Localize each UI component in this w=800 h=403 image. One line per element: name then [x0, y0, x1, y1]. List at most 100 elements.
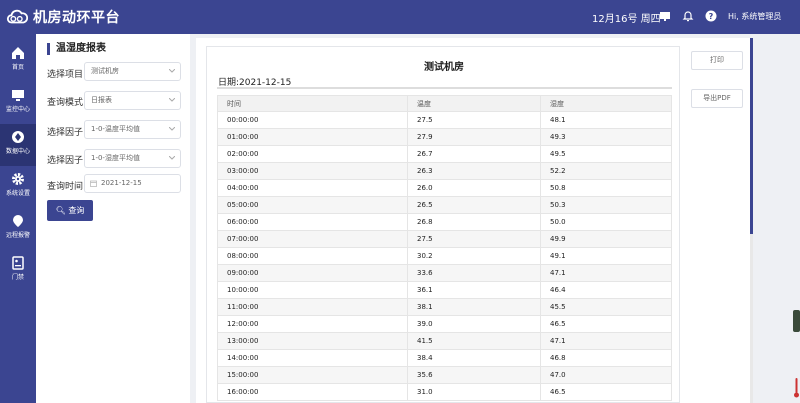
table-row: 12:00:00 39.0 46.5: [217, 315, 672, 333]
cloud-logo-icon: [6, 9, 28, 24]
table-cell: 15:00:00: [217, 366, 408, 384]
divider: [217, 87, 672, 89]
floating-widget[interactable]: [793, 310, 800, 332]
factor2-select[interactable]: 1-0-湿度平均值: [84, 149, 181, 168]
table-cell: 52.2: [540, 162, 672, 180]
user-greeting[interactable]: Hi, 系统管理员: [728, 11, 781, 22]
mode-label: 查询模式: [47, 98, 84, 108]
screen-icon[interactable]: [659, 10, 671, 22]
factor2-value: 1-0-湿度平均值: [91, 154, 140, 162]
sidebar-item-monitor[interactable]: 监控中心: [0, 82, 36, 124]
sidebar-item-label: 监控中心: [5, 106, 30, 113]
table-cell: 49.9: [540, 230, 672, 248]
table-cell: 13:00:00: [217, 332, 408, 350]
column-header: 湿度: [540, 95, 672, 112]
sidebar-item-settings[interactable]: 系统设置: [0, 166, 36, 208]
factor1-value: 1-0-温度平均值: [91, 125, 140, 133]
mode-select[interactable]: 日报表: [84, 91, 181, 110]
table-cell: 39.0: [407, 315, 541, 333]
top-bar: 机房动环平台 12月16号 周四 ? Hi, 系统管理员: [0, 0, 800, 34]
svg-text:?: ?: [709, 12, 714, 21]
table-cell: 50.8: [540, 179, 672, 197]
table-row: 09:00:00 33.6 47.1: [217, 264, 672, 282]
table-cell: 12:00:00: [217, 315, 408, 333]
table-row: 04:00:00 26.0 50.8: [217, 179, 672, 197]
chevron-down-icon: [169, 98, 175, 102]
table-row: 10:00:00 36.1 46.4: [217, 281, 672, 299]
factor2-label: 选择因子: [47, 156, 84, 166]
calendar-icon: [90, 180, 97, 187]
query-button[interactable]: 🔍︎ 查询: [47, 200, 93, 221]
chevron-down-icon: [169, 156, 175, 160]
table-cell: 35.6: [407, 366, 541, 384]
filter-panel: 温湿度报表 选择项目 测试机房 查询模式 日报表 选择因子 1-0-温度平均值 …: [36, 34, 190, 403]
sidebar-item-access[interactable]: 门禁: [0, 250, 36, 292]
report-sheet[interactable]: 测试机房 日期:2021-12-15 时间 温度 湿度 00:00:00 27.5…: [206, 46, 680, 403]
table-cell: 49.5: [540, 145, 672, 163]
thermometer-icon: [794, 378, 799, 398]
help-icon[interactable]: ?: [705, 10, 717, 22]
table-cell: 38.4: [407, 349, 541, 367]
table-cell: 27.9: [407, 128, 541, 146]
bell-icon[interactable]: [682, 10, 694, 22]
table-row: 15:00:00 35.6 47.0: [217, 366, 672, 384]
factor1-label: 选择因子: [47, 128, 84, 138]
sidebar-item-alarm[interactable]: 远程报警: [0, 208, 36, 250]
table-row: 11:00:00 38.1 45.5: [217, 298, 672, 316]
table-cell: 26.8: [407, 213, 541, 231]
date-value: 2021-12-15: [101, 179, 142, 187]
table-cell: 08:00:00: [217, 247, 408, 265]
print-button[interactable]: 打印: [691, 51, 743, 70]
export-pdf-button[interactable]: 导出PDF: [691, 89, 743, 108]
table-cell: 27.5: [407, 111, 541, 129]
column-header: 温度: [407, 95, 541, 112]
date-picker[interactable]: 2021-12-15: [84, 174, 181, 193]
table-cell: 06:00:00: [217, 213, 408, 231]
home-icon: [12, 47, 24, 59]
table-cell: 41.5: [407, 332, 541, 350]
table-row: 03:00:00 26.3 52.2: [217, 162, 672, 180]
sidebar-item-data-center[interactable]: 数据中心: [0, 124, 36, 166]
table-cell: 04:00:00: [217, 179, 408, 197]
app-title: 机房动环平台: [33, 10, 120, 26]
table-cell: 48.1: [540, 111, 672, 129]
table-cell: 10:00:00: [217, 281, 408, 299]
table-row: 14:00:00 38.4 46.8: [217, 349, 672, 367]
time-label: 查询时间: [47, 182, 84, 192]
table-cell: 01:00:00: [217, 128, 408, 146]
sidebar-item-label: 系统设置: [5, 190, 30, 197]
table-cell: 26.5: [407, 196, 541, 214]
sidebar-item-label: 数据中心: [5, 148, 30, 155]
scrollbar-thumb[interactable]: [750, 38, 753, 234]
table-row: 13:00:00 41.5 47.1: [217, 332, 672, 350]
table-cell: 50.0: [540, 213, 672, 231]
access-control-icon: [12, 256, 24, 270]
table-row: 01:00:00 27.9 49.3: [217, 128, 672, 146]
table-cell: 50.3: [540, 196, 672, 214]
table-row: 16:00:00 31.0 46.5: [217, 383, 672, 401]
query-button-label: 查询: [68, 206, 85, 215]
table-cell: 09:00:00: [217, 264, 408, 282]
sidebar: 首页 监控中心 数据中心 系统设置 远程报警 门禁: [0, 34, 36, 403]
table-cell: 27.5: [407, 230, 541, 248]
table-cell: 46.8: [540, 349, 672, 367]
sidebar-item-home[interactable]: 首页: [0, 40, 36, 82]
table-cell: 47.0: [540, 366, 672, 384]
table-cell: 26.7: [407, 145, 541, 163]
table-cell: 45.5: [540, 298, 672, 316]
table-cell: 07:00:00: [217, 230, 408, 248]
project-label: 选择项目: [47, 70, 84, 80]
column-header: 时间: [217, 95, 408, 112]
project-select[interactable]: 测试机房: [84, 62, 181, 81]
table-cell: 47.1: [540, 332, 672, 350]
chevron-down-icon: [169, 127, 175, 131]
table-cell: 46.5: [540, 315, 672, 333]
table-cell: 49.3: [540, 128, 672, 146]
sidebar-item-label: 首页: [11, 64, 24, 71]
mode-value: 日报表: [91, 96, 112, 104]
table-cell: 26.3: [407, 162, 541, 180]
table-row: 08:00:00 30.2 49.1: [217, 247, 672, 265]
table-row: 00:00:00 27.5 48.1: [217, 111, 672, 129]
factor1-select[interactable]: 1-0-温度平均值: [84, 120, 181, 139]
table-cell: 38.1: [407, 298, 541, 316]
